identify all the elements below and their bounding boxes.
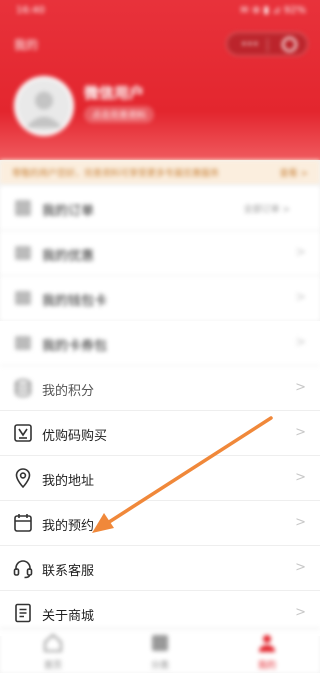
chevron-right-icon: > (295, 515, 306, 530)
notice-bar[interactable]: 尊敬的用户您好，完善资料可享受更多专属优惠服务 查看 > (0, 160, 320, 184)
menu-item-label: 联系客服 (42, 564, 95, 579)
title-row: 我的 ••• (0, 30, 320, 58)
menu-group-services: 我的卡券包 > 我的积分 > 优购码购买 > 我的地址 > 我的预约 > 联系客… (0, 321, 320, 636)
tab-label: 首页 (43, 661, 62, 671)
menu-item-label: 优购码购买 (42, 429, 108, 444)
all-orders-link[interactable]: 全部订单 > (244, 202, 290, 215)
default-avatar-icon (17, 79, 71, 133)
menu-item-label: 我的地址 (42, 474, 95, 489)
voucher-code-icon (12, 422, 34, 444)
menu-item-address[interactable]: 我的地址 > (0, 456, 320, 501)
menu-item-label: 我的订单 (42, 204, 95, 219)
chevron-right-icon: > (295, 605, 306, 620)
home-icon (43, 633, 63, 653)
page-title: 我的 (14, 38, 39, 52)
grid-icon (150, 633, 170, 653)
notice-text: 尊敬的用户您好，完善资料可享受更多专属优惠服务 (12, 169, 220, 179)
user-tag[interactable]: 点击完善资料 (84, 106, 155, 123)
status-time: 16:40 (16, 5, 45, 16)
menu-item-label: 我的优惠 (42, 249, 95, 264)
profile-header: 16:40 ✉ ⊕ ▮ ⊿ 92% 我的 ••• 微信用户 点击完善资料 (0, 0, 320, 160)
chevron-right-icon: > (295, 470, 306, 485)
menu-item-coupons[interactable]: 我的优惠 > (0, 231, 320, 276)
coupon-icon (12, 242, 34, 264)
close-circle-icon[interactable] (282, 37, 297, 52)
user-name[interactable]: 微信用户 (84, 82, 144, 103)
avatar[interactable] (14, 76, 74, 136)
chevron-right-icon: > (295, 290, 306, 305)
menu-item-label: 我的预约 (42, 519, 95, 534)
menu-item-label: 我的积分 (42, 384, 95, 399)
more-icon[interactable]: ••• (241, 39, 259, 50)
menu-item-card-wallet[interactable]: 我的卡券包 > (0, 321, 320, 366)
chevron-right-icon: > (295, 380, 306, 395)
menu-item-contact-support[interactable]: 联系客服 > (0, 546, 320, 591)
tab-home[interactable]: 首页 (0, 629, 106, 673)
person-icon (257, 633, 277, 653)
menu-item-label: 关于商城 (42, 609, 95, 624)
menu-item-points[interactable]: 我的积分 > (0, 366, 320, 411)
coins-icon (12, 377, 34, 399)
menu-item-appointments[interactable]: 我的预约 > (0, 501, 320, 546)
menu-item-label: 我的卡券包 (42, 339, 108, 354)
tab-category[interactable]: 分类 (107, 629, 213, 673)
capsule-divider (267, 38, 268, 52)
menu-item-voucher-code[interactable]: 优购码购买 > (0, 411, 320, 456)
menu-item-label: 我的钱包卡 (42, 294, 108, 309)
document-icon (12, 602, 34, 624)
notice-more-link[interactable]: 查看 > (280, 166, 308, 179)
headset-icon (12, 557, 34, 579)
chevron-right-icon: > (295, 425, 306, 440)
menu-item-orders[interactable]: 我的订单 全部订单 > (0, 186, 320, 231)
menu-item-wallet[interactable]: 我的钱包卡 > (0, 276, 320, 321)
status-indicators: ✉ ⊕ ▮ ⊿ 92% (240, 5, 306, 16)
chevron-right-icon: > (295, 335, 306, 350)
bottom-tab-bar: 首页 分类 我的 (0, 628, 320, 673)
calendar-icon (12, 512, 34, 534)
card-icon (12, 332, 34, 354)
wallet-icon (12, 287, 34, 309)
tab-label: 我的 (257, 661, 276, 671)
order-icon (12, 197, 34, 219)
chevron-right-icon: > (295, 245, 306, 260)
location-pin-icon (12, 467, 34, 489)
mini-program-capsule[interactable]: ••• (226, 32, 308, 56)
status-bar: 16:40 ✉ ⊕ ▮ ⊿ 92% (0, 0, 320, 22)
tab-mine[interactable]: 我的 (214, 629, 320, 673)
chevron-right-icon: > (295, 560, 306, 575)
tab-label: 分类 (150, 661, 169, 671)
menu-group-orders: 我的订单 全部订单 > 我的优惠 > 我的钱包卡 > (0, 186, 320, 321)
